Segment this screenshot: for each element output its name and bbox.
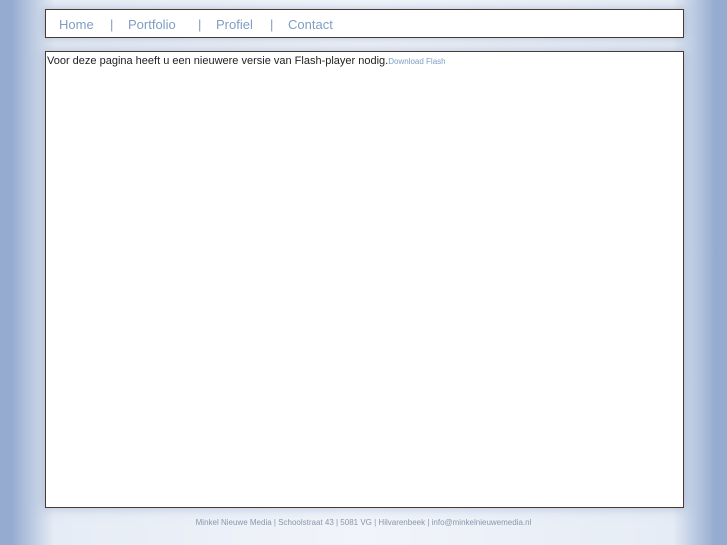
nav-separator: | [110, 17, 114, 32]
flash-content-area: Voor deze pagina heeft u een nieuwere ve… [45, 51, 684, 508]
top-navigation: Home | Portfolio | Profiel | Contact [45, 9, 684, 38]
nav-separator: | [198, 17, 202, 32]
footer-contact-info: Minkel Nieuwe Media | Schoolstraat 43 | … [195, 518, 532, 527]
nav-item-contact[interactable]: Contact [288, 17, 333, 32]
nav-item-portfolio[interactable]: Portfolio [128, 17, 176, 32]
nav-item-profiel[interactable]: Profiel [216, 17, 253, 32]
flash-required-message: Voor deze pagina heeft u een nieuwere ve… [47, 55, 389, 67]
flash-notice: Voor deze pagina heeft u een nieuwere ve… [47, 55, 446, 68]
nav-separator: | [270, 17, 274, 32]
download-flash-link[interactable]: Download Flash [388, 57, 445, 66]
nav-item-home[interactable]: Home [59, 17, 94, 32]
